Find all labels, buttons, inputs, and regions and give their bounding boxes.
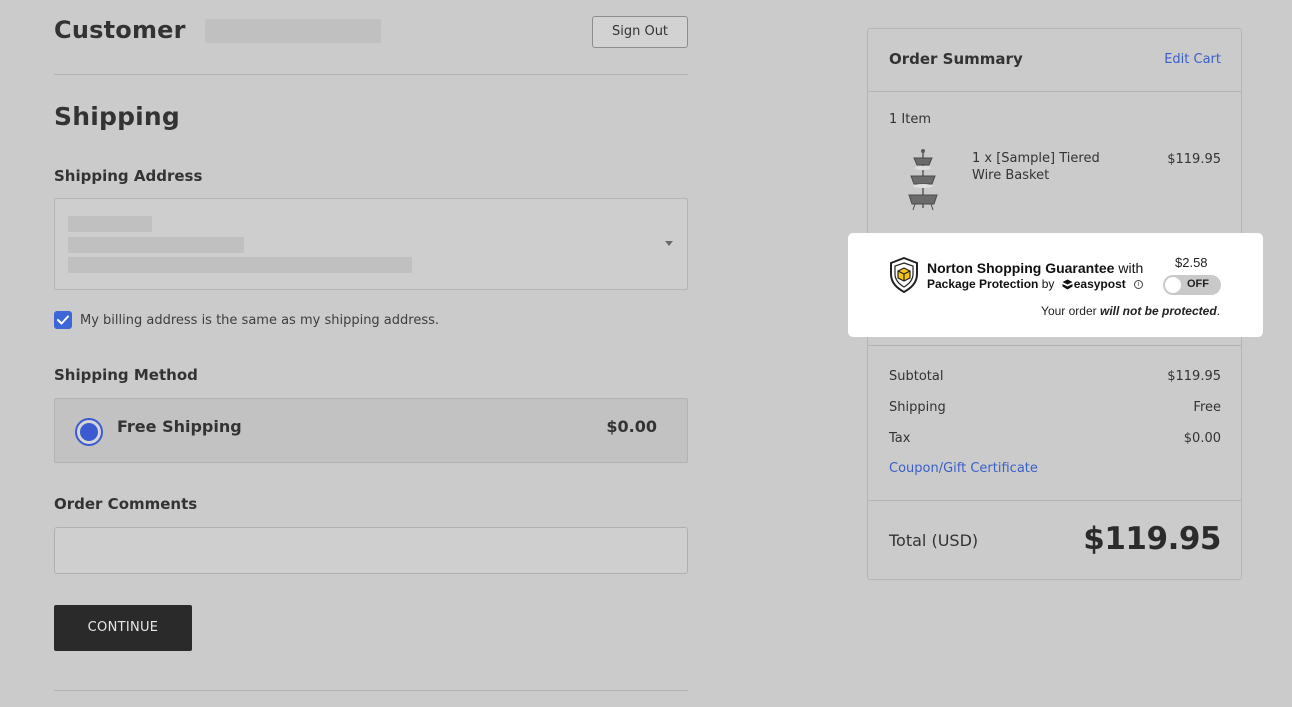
info-icon[interactable]: i [1133, 279, 1143, 289]
shipping-method-option[interactable]: Free Shipping $0.00 [54, 398, 688, 463]
tax-label: Tax [889, 431, 911, 446]
divider [868, 345, 1241, 346]
protection-subtitle-bold: Package Protection [927, 277, 1039, 291]
easypost-wordmark: easypost [1073, 277, 1126, 291]
protection-price: $2.58 [1175, 255, 1208, 270]
coupon-gift-certificate-link[interactable]: Coupon/Gift Certificate [889, 461, 1038, 476]
customer-email-redacted [205, 19, 381, 43]
protection-status-note: Your order will not be protected. [1041, 304, 1220, 318]
easypost-logo: easypost [1062, 277, 1126, 291]
shipping-cost-value: Free [1193, 400, 1221, 415]
protection-subtitle: Package Protection by easypost i [927, 277, 1143, 291]
divider [54, 74, 688, 75]
billing-same-row: My billing address is the same as my shi… [54, 310, 439, 330]
product-thumbnail [908, 149, 938, 211]
protection-by: by [1038, 277, 1058, 291]
protection-title: Norton Shopping Guarantee with [927, 260, 1143, 276]
easypost-icon [1062, 279, 1073, 289]
total-value: $119.95 [1083, 521, 1221, 557]
toggle-state-label: OFF [1187, 278, 1209, 290]
protection-toggle[interactable]: OFF [1163, 275, 1221, 295]
tax-value: $0.00 [1183, 431, 1221, 446]
edit-cart-link[interactable]: Edit Cart [1164, 52, 1221, 67]
note-prefix: Your order [1041, 304, 1100, 318]
shipping-method-price: $0.00 [606, 417, 657, 436]
order-comments-input[interactable] [54, 527, 688, 574]
shipping-address-select[interactable] [54, 198, 688, 290]
address-name-redacted [68, 216, 152, 232]
norton-shield-icon [890, 257, 918, 293]
shipping-method-name: Free Shipping [117, 417, 242, 436]
protection-title-bold: Norton Shopping Guarantee [927, 260, 1115, 276]
customer-heading: Customer [54, 16, 186, 44]
address-line-redacted [68, 237, 244, 253]
package-protection-widget: Norton Shopping Guarantee with Package P… [848, 233, 1263, 337]
billing-same-label: My billing address is the same as my shi… [80, 312, 440, 328]
item-count: 1 Item [889, 112, 931, 127]
shipping-address-label: Shipping Address [54, 167, 203, 185]
address-city-redacted [68, 257, 412, 273]
billing-same-checkbox[interactable] [54, 311, 72, 329]
shipping-method-radio[interactable] [75, 418, 103, 446]
shipping-method-label: Shipping Method [54, 366, 198, 384]
order-summary-title: Order Summary [889, 50, 1023, 68]
note-emphasis: will not be protected [1099, 304, 1217, 318]
sign-out-button[interactable]: Sign Out [592, 16, 688, 48]
shipping-cost-label: Shipping [889, 400, 946, 415]
protection-title-suffix: with [1114, 260, 1144, 276]
divider [868, 500, 1241, 501]
chevron-down-icon [665, 241, 673, 246]
subtotal-label: Subtotal [889, 369, 944, 384]
continue-button[interactable]: CONTINUE [54, 605, 192, 651]
note-suffix: . [1216, 304, 1220, 318]
cart-item-price: $119.95 [1167, 152, 1221, 167]
checkmark-icon [57, 315, 69, 325]
divider [868, 91, 1241, 92]
subtotal-value: $119.95 [1167, 369, 1221, 384]
customer-section: Customer Sign Out [54, 14, 688, 54]
divider [54, 690, 688, 691]
total-label: Total (USD) [889, 531, 979, 550]
toggle-knob [1165, 277, 1181, 293]
shipping-heading: Shipping [54, 102, 181, 131]
order-comments-label: Order Comments [54, 495, 198, 513]
radio-selected-dot [80, 423, 98, 441]
cart-item-name: 1 x [Sample] Tiered Wire Basket [972, 151, 1100, 183]
